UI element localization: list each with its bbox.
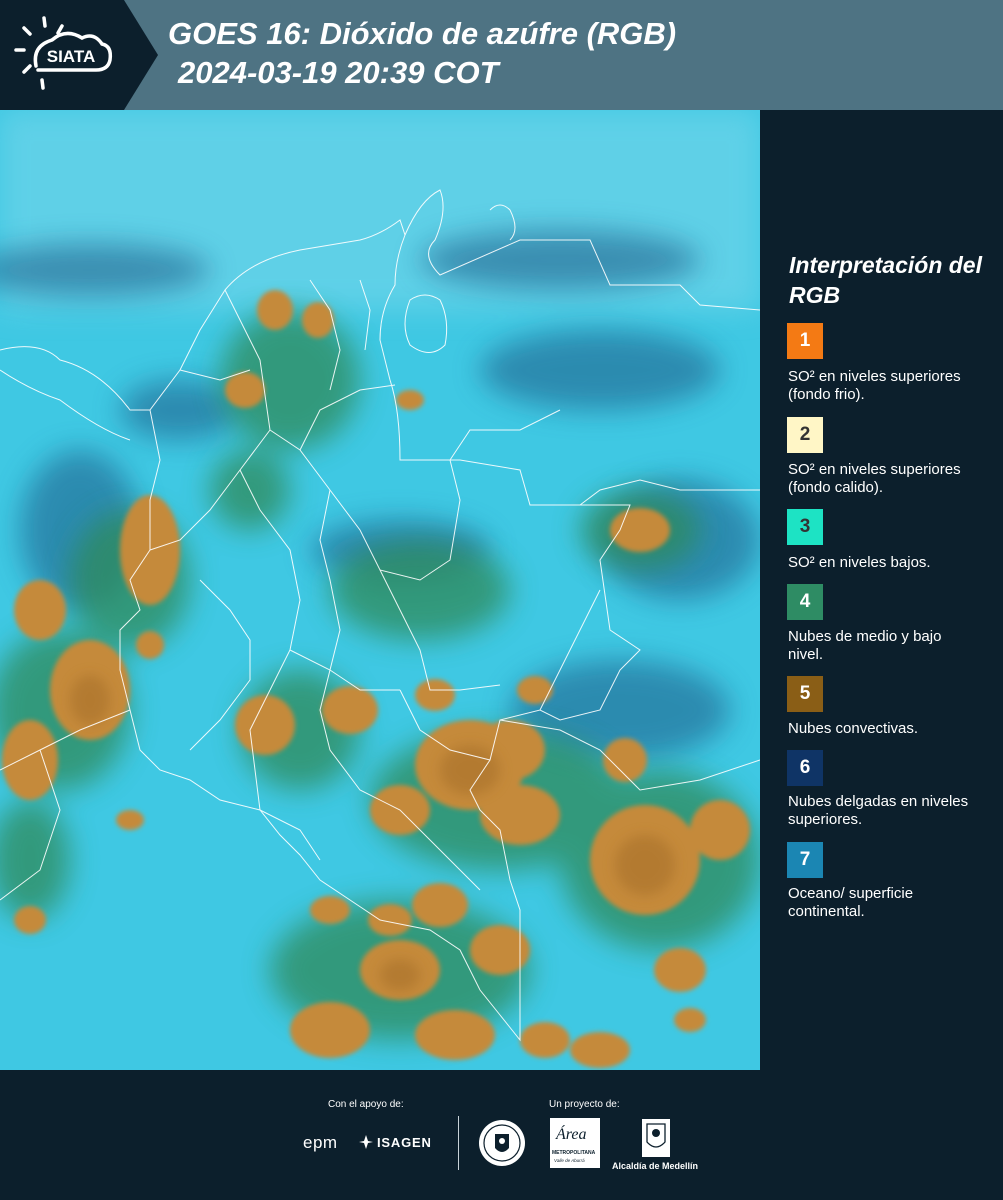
siata-sun-cloud-icon: SIATA: [14, 16, 113, 90]
legend-label-5: Nubes convectivas.: [788, 720, 919, 737]
footer: Con el apoyo de: Un proyecto de: epm ISA…: [0, 1070, 1003, 1200]
legend-swatch-1: 1: [787, 323, 823, 359]
alcaldia-logo: Alcaldía de Medellín: [612, 1161, 699, 1171]
header-bar: SIATA GOES 16: Dióxido de azúfre (RGB) 2…: [0, 0, 1003, 110]
legend-label-4: Nubes de medio y bajo nivel.: [788, 628, 942, 663]
medellin-seal-icon: [479, 1120, 525, 1166]
legend-title: Interpretación del RGB: [789, 252, 982, 308]
header-arrow-decoration: [124, 0, 158, 110]
legend-swatch-7: 7: [787, 842, 823, 878]
legend-label-1: SO² en niveles superiores (fondo frio).: [788, 368, 961, 403]
legend-swatch-6: 6: [787, 750, 823, 786]
legend-panel: Interpretación del RGB 1 SO² en niveles …: [760, 110, 1003, 1070]
page-title: GOES 16: Dióxido de azúfre (RGB): [168, 16, 677, 51]
area-metropolitana-logo: Área METROPOLITANA Valle de Aburrá: [550, 1118, 600, 1168]
project-caption: Un proyecto de:: [549, 1099, 620, 1110]
legend-swatch-5: 5: [787, 676, 823, 712]
satellite-rgb-image: [0, 110, 760, 1070]
legend-swatch-3: 3: [787, 509, 823, 545]
siata-logo: SIATA: [0, 0, 124, 110]
legend-label-6: Nubes delgadas en niveles superiores.: [788, 793, 969, 828]
isagen-logo-icon: [359, 1135, 373, 1149]
isagen-logo: ISAGEN: [377, 1135, 432, 1150]
legend-swatch-4: 4: [787, 584, 823, 620]
page-timestamp: 2024-03-19 20:39 COT: [178, 55, 499, 90]
legend-label-3: SO² en niveles bajos.: [788, 554, 931, 571]
legend-label-7: Oceano/ superficie continental.: [788, 885, 914, 920]
alcaldia-shield-icon: [642, 1119, 670, 1157]
legend-swatch-2: 2: [787, 417, 823, 453]
satellite-map: [0, 110, 760, 1070]
svg-text:SIATA: SIATA: [47, 47, 95, 66]
legend-label-2: SO² en niveles superiores (fondo calido)…: [788, 461, 961, 496]
epm-logo: epm: [303, 1133, 338, 1152]
footer-divider: [458, 1116, 459, 1170]
support-caption: Con el apoyo de:: [328, 1099, 404, 1110]
